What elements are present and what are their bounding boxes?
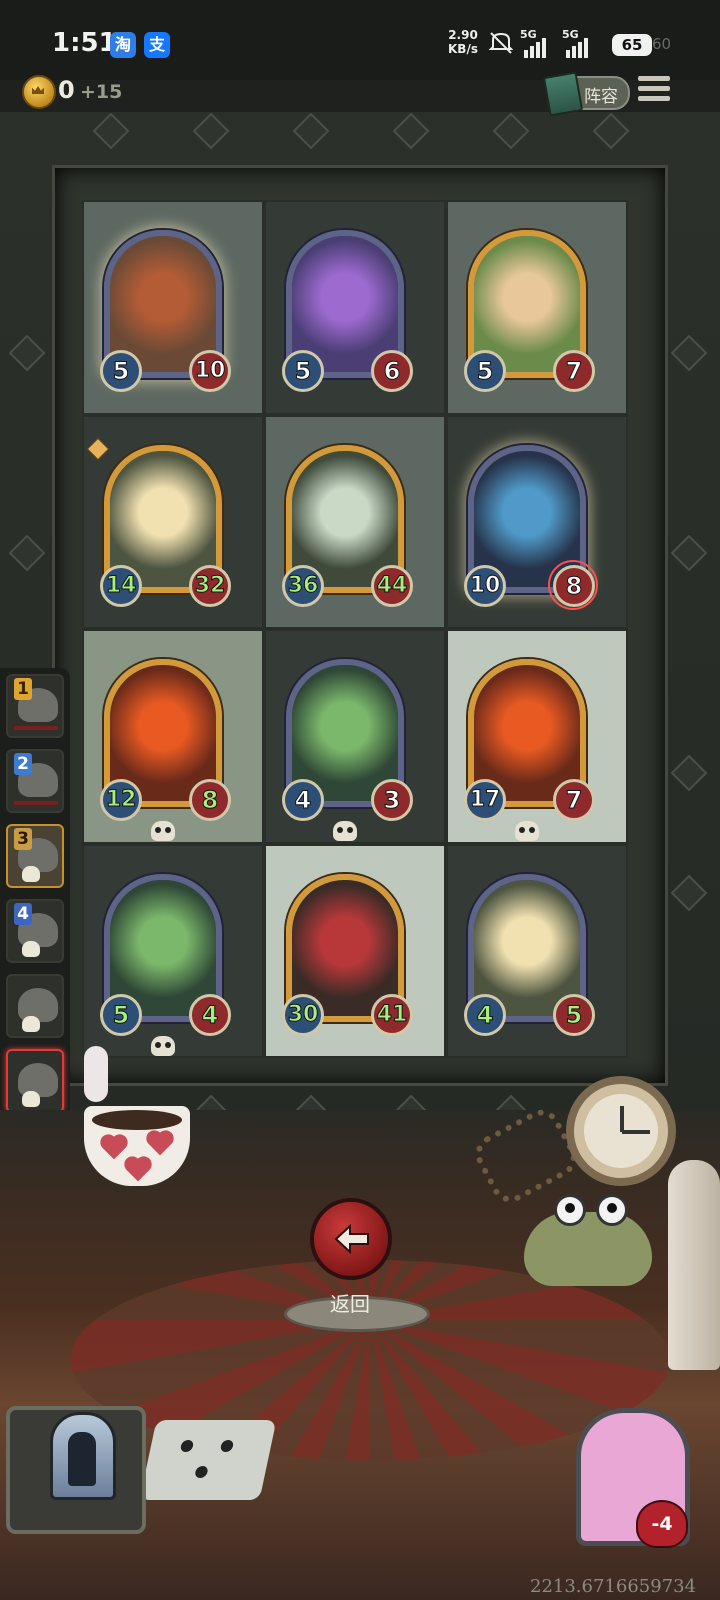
turn-order-number: 4 bbox=[14, 903, 32, 925]
back-button[interactable] bbox=[310, 1198, 392, 1280]
attack-stat: 12 bbox=[100, 779, 142, 821]
gold-amount: 0 bbox=[58, 76, 75, 104]
board-cell[interactable]: 56 bbox=[264, 200, 446, 415]
turn-order-slot[interactable] bbox=[6, 1049, 64, 1113]
status-time: 1:51 bbox=[52, 28, 117, 58]
skull-icon bbox=[22, 866, 40, 882]
mute-icon bbox=[488, 32, 514, 54]
health-stat: 8 bbox=[553, 564, 595, 607]
health-stat: 32 bbox=[189, 564, 231, 607]
turn-order-number: 3 bbox=[14, 828, 32, 850]
turn-order-slot[interactable]: 3 bbox=[6, 824, 64, 888]
back-button-label[interactable]: 返回 bbox=[300, 1288, 400, 1317]
health-stat: 10 bbox=[189, 350, 231, 392]
health-stat: 44 bbox=[371, 564, 413, 607]
health-stat: 7 bbox=[553, 779, 595, 821]
health-stat: 8 bbox=[189, 779, 231, 821]
skull-icon bbox=[151, 1035, 175, 1056]
signal-sim1-icon: 5G bbox=[520, 28, 554, 58]
board-cell[interactable]: 54 bbox=[82, 843, 264, 1058]
turn-order-slot[interactable] bbox=[6, 974, 64, 1038]
battery-ghost-text: 60 bbox=[652, 35, 672, 53]
health-bar bbox=[14, 801, 58, 805]
board-cell[interactable]: 5 10 bbox=[82, 200, 264, 415]
board-cell[interactable]: 43 bbox=[264, 629, 446, 844]
skull-icon bbox=[515, 821, 539, 841]
attack-stat: 36 bbox=[282, 564, 324, 607]
health-stat: 4 bbox=[189, 993, 231, 1036]
debug-value: 2213.6716659734 bbox=[530, 1576, 697, 1597]
board-cell[interactable]: 36 44 bbox=[264, 414, 446, 629]
skull-icon bbox=[22, 1091, 40, 1107]
attack-stat: 4 bbox=[282, 779, 324, 821]
menu-icon[interactable] bbox=[638, 76, 670, 104]
lineup-label: 阵容 bbox=[584, 87, 618, 107]
battery-icon: 65 bbox=[612, 34, 652, 56]
attack-stat: 5 bbox=[100, 350, 142, 392]
upgrade-star-icon bbox=[86, 437, 110, 460]
arrow-left-icon bbox=[334, 1224, 369, 1254]
alipay-app-icon: 支 bbox=[144, 32, 170, 58]
turn-order-number: 1 bbox=[14, 678, 32, 700]
board-cell[interactable]: 17 7 bbox=[446, 629, 628, 844]
lineup-button[interactable]: 阵容 bbox=[542, 71, 630, 117]
attack-stat: 4 bbox=[464, 993, 506, 1036]
attack-stat: 5 bbox=[464, 350, 506, 392]
attack-stat: 5 bbox=[100, 993, 142, 1036]
skull-icon bbox=[333, 821, 357, 841]
attack-stat: 10 bbox=[464, 564, 506, 607]
board-cell[interactable]: 10 8 bbox=[446, 414, 628, 629]
gold-coin-icon bbox=[22, 75, 56, 109]
health-stat: 3 bbox=[371, 779, 413, 821]
book-icon bbox=[542, 71, 584, 117]
skull-icon bbox=[22, 1016, 40, 1032]
dice-decoration bbox=[139, 1420, 277, 1500]
attack-stat: 30 bbox=[282, 993, 324, 1036]
board-cell[interactable]: 57 bbox=[446, 200, 628, 415]
turn-order-number: 2 bbox=[14, 753, 32, 775]
network-speed-value: 2.90 bbox=[448, 28, 478, 42]
chess-piece-decoration bbox=[668, 1160, 720, 1370]
attack-stat: 14 bbox=[100, 564, 142, 607]
signal-sim2-icon: 5G bbox=[562, 28, 596, 58]
health-stat: 6 bbox=[371, 350, 413, 392]
bunny-figurine bbox=[84, 1046, 108, 1102]
health-stat: 5 bbox=[553, 993, 595, 1036]
taobao-app-icon: 淘 bbox=[110, 32, 136, 58]
hero-silhouette bbox=[68, 1432, 96, 1486]
health-stat: 41 bbox=[371, 993, 413, 1036]
attack-stat: 17 bbox=[464, 779, 506, 821]
attack-stat: 5 bbox=[282, 350, 324, 392]
board-cell[interactable]: 45 bbox=[446, 843, 628, 1058]
turn-order-slot[interactable]: 4 bbox=[6, 899, 64, 963]
status-bar: 1:51 淘 支 2.90 KB/s 5G 5G 65 60 bbox=[0, 0, 720, 80]
board-cell[interactable]: 30 41 bbox=[264, 843, 446, 1058]
opponent-health-badge: -4 bbox=[636, 1500, 688, 1548]
network-speed-unit: KB/s bbox=[448, 42, 478, 56]
pocket-watch-timer-icon bbox=[566, 1076, 676, 1186]
turn-order-slot[interactable]: 1 bbox=[6, 674, 64, 738]
network-speed: 2.90 KB/s bbox=[448, 28, 478, 56]
health-stat: 7 bbox=[553, 350, 595, 392]
board-cell[interactable]: 12 8 bbox=[82, 629, 264, 844]
turn-order-slot[interactable]: 2 bbox=[6, 749, 64, 813]
skull-icon bbox=[22, 941, 40, 957]
crab-mascot bbox=[524, 1194, 652, 1286]
unit-grid: 5 10 5 6 5 7 14 32 36 44 10 8 12 8 4 3 17 7 5 4 30 41 4 5 bbox=[82, 200, 628, 1058]
skull-icon bbox=[151, 821, 175, 841]
board-cell[interactable]: 14 32 bbox=[82, 414, 264, 629]
gold-income: +15 bbox=[80, 81, 123, 103]
health-bar bbox=[14, 726, 58, 730]
